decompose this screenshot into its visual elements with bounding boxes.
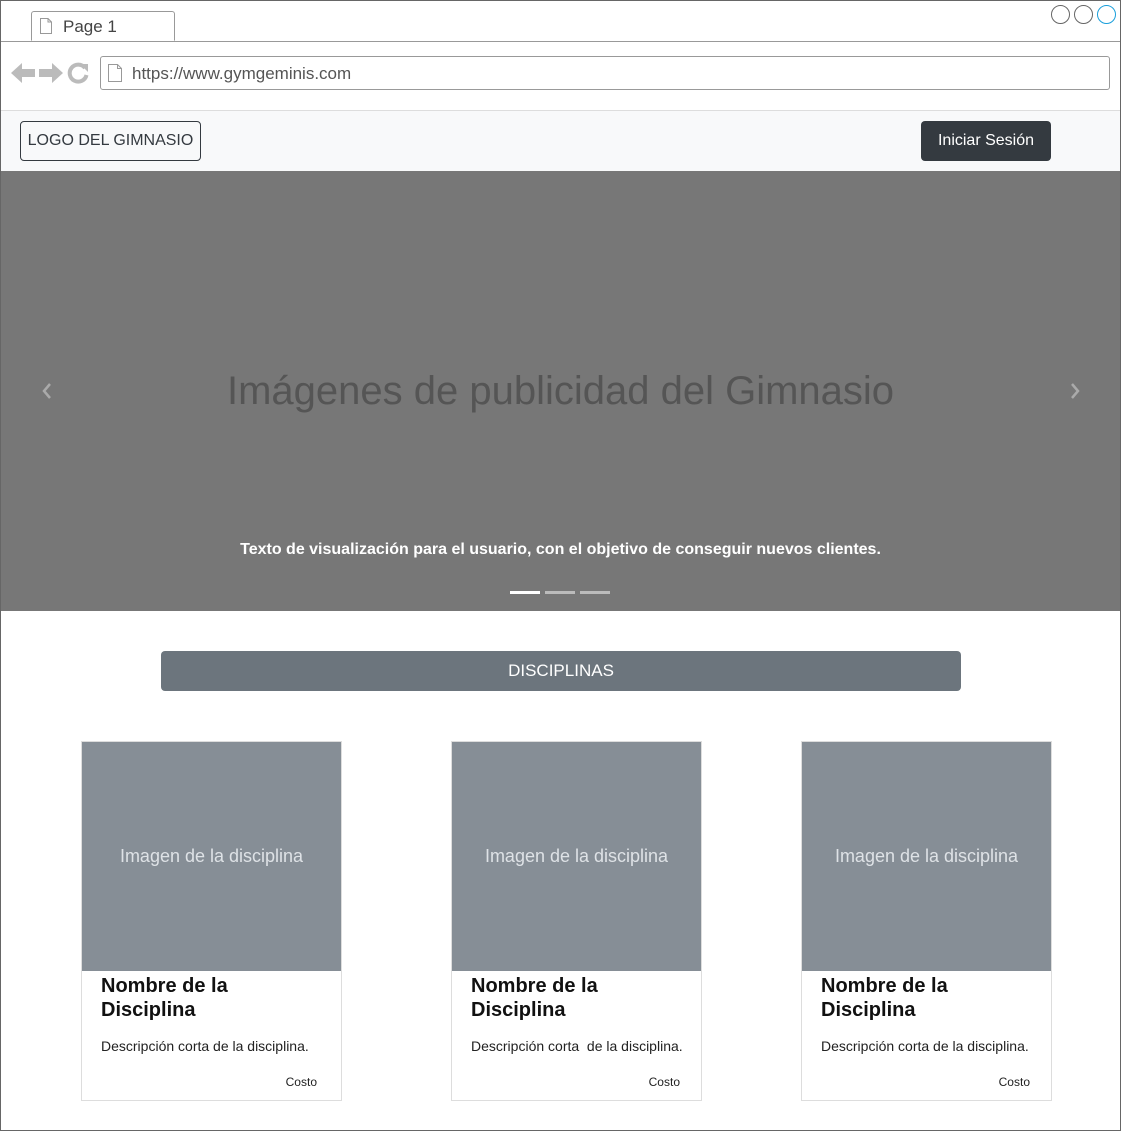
- carousel-indicators: [510, 591, 610, 594]
- site-navbar: LOGO DEL GIMNASIO Iniciar Sesión: [1, 111, 1120, 171]
- discipline-cost: Costo: [998, 1075, 1030, 1089]
- forward-arrow-icon[interactable]: [39, 62, 63, 84]
- browser-toolbar: https://www.gymgeminis.com: [1, 42, 1120, 111]
- discipline-card[interactable]: Imagen de la disciplina Nombre de la Dis…: [801, 741, 1052, 1101]
- discipline-description: Descripción corta de la disciplina.: [821, 1038, 1029, 1054]
- page-icon: [108, 64, 122, 82]
- carousel-indicator[interactable]: [545, 591, 575, 594]
- discipline-cost: Costo: [648, 1075, 680, 1089]
- discipline-description: Descripción corta de la disciplina.: [101, 1038, 309, 1054]
- carousel-caption: Texto de visualización para el usuario, …: [240, 541, 881, 558]
- browser-tab[interactable]: Page 1: [31, 11, 175, 41]
- carousel-next-icon[interactable]: [1067, 379, 1083, 403]
- minimize-button[interactable]: [1051, 5, 1070, 24]
- promo-carousel: Imágenes de publicidad del Gimnasio Text…: [1, 171, 1120, 611]
- carousel-prev-icon[interactable]: [39, 379, 55, 403]
- back-arrow-icon[interactable]: [11, 62, 35, 84]
- discipline-description: Descripción corta de la disciplina.: [471, 1038, 683, 1054]
- carousel-indicator[interactable]: [510, 591, 540, 594]
- carousel-indicator[interactable]: [580, 591, 610, 594]
- close-button[interactable]: [1097, 5, 1116, 24]
- address-bar[interactable]: https://www.gymgeminis.com: [100, 56, 1110, 90]
- reload-icon[interactable]: [67, 62, 89, 84]
- tab-label: Page 1: [63, 17, 117, 36]
- nav-buttons: [11, 62, 89, 84]
- discipline-card[interactable]: Imagen de la disciplina Nombre de la Dis…: [81, 741, 342, 1101]
- gym-logo[interactable]: LOGO DEL GIMNASIO: [20, 121, 201, 161]
- discipline-image-placeholder: Imagen de la disciplina: [82, 742, 341, 971]
- discipline-image-placeholder: Imagen de la disciplina: [802, 742, 1051, 971]
- discipline-title: Nombre de la Disciplina: [101, 975, 228, 1021]
- discipline-title: Nombre de la Disciplina: [821, 975, 948, 1021]
- discipline-cost: Costo: [285, 1075, 317, 1089]
- maximize-button[interactable]: [1074, 5, 1093, 24]
- discipline-title: Nombre de la Disciplina: [471, 975, 598, 1021]
- window-controls: [1051, 5, 1116, 24]
- login-button[interactable]: Iniciar Sesión: [921, 121, 1051, 161]
- tab-bar: Page 1: [1, 1, 1120, 42]
- carousel-headline: Imágenes de publicidad del Gimnasio: [226, 369, 895, 413]
- disciplinas-button[interactable]: DISCIPLINAS: [161, 651, 961, 691]
- discipline-card[interactable]: Imagen de la disciplina Nombre de la Dis…: [451, 741, 702, 1101]
- discipline-image-placeholder: Imagen de la disciplina: [452, 742, 701, 971]
- page-icon: [40, 18, 52, 34]
- url-text: https://www.gymgeminis.com: [132, 64, 352, 83]
- browser-window: Page 1 https://www.gymgeminis.com LOGO D…: [0, 0, 1121, 1131]
